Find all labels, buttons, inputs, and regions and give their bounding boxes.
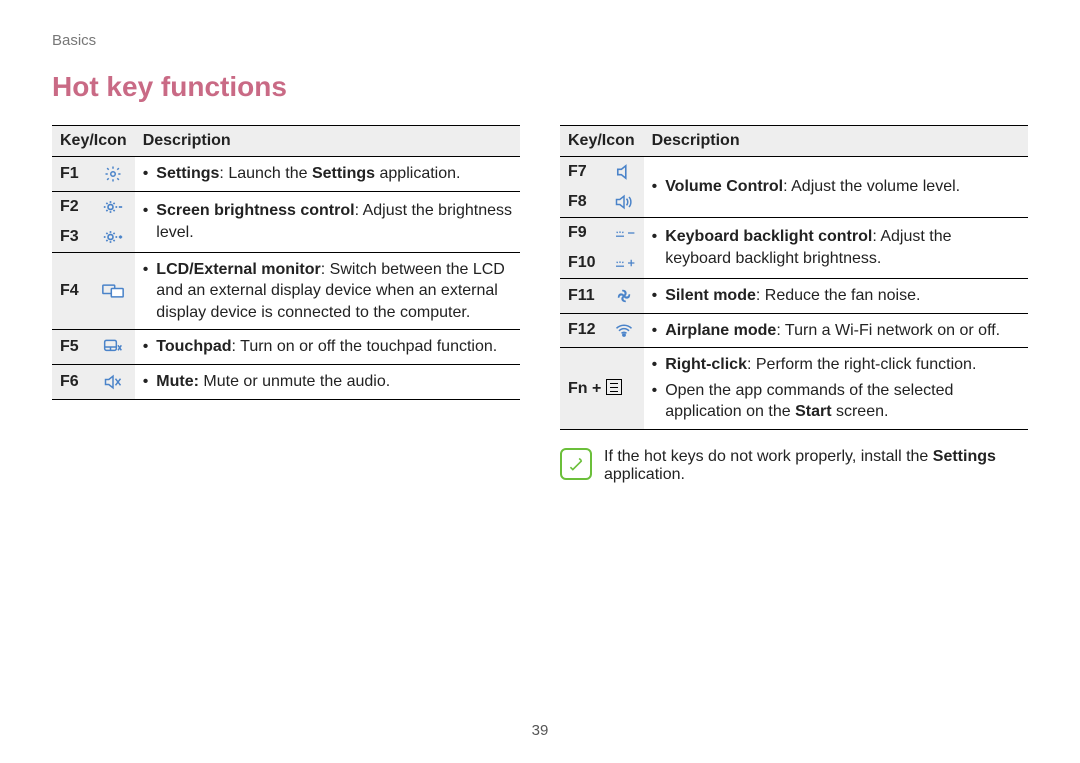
key-fn-menu: Fn +: [560, 348, 644, 430]
note: If the hot keys do not work properly, in…: [560, 448, 1028, 484]
desc-f11: • Silent mode: Reduce the fan noise.: [644, 279, 1028, 314]
table-header-desc: Description: [135, 126, 520, 157]
desc-f7f8: • Volume Control: Adjust the volume leve…: [644, 157, 1028, 218]
note-icon: [560, 448, 592, 480]
desc-f1: • Settings: Launch the Settings applicat…: [135, 157, 520, 192]
touchpad-icon: [91, 330, 134, 365]
key-f12: F12: [560, 313, 604, 348]
table-header-desc: Description: [644, 126, 1028, 157]
key-f3: F3: [52, 222, 91, 253]
right-column: Key/Icon Description F7 • Volume Control…: [560, 125, 1028, 484]
menu-key-icon: [606, 379, 622, 395]
key-f8: F8: [560, 187, 604, 218]
table-row: F5 • Touchpad: Turn on or off the touchp…: [52, 330, 520, 365]
table-row: F1 • Settings: Launch the Settings appli…: [52, 157, 520, 192]
table-header-key: Key/Icon: [52, 126, 135, 157]
key-f10: F10: [560, 248, 604, 279]
table-row: F4 • LCD/External monitor: Switch betwee…: [52, 252, 520, 330]
page-number: 39: [0, 722, 1080, 739]
hotkey-table-left: Key/Icon Description F1 • Settings: L: [52, 125, 520, 400]
external-monitor-icon: [91, 252, 134, 330]
brightness-up-icon: [91, 222, 134, 253]
silent-fan-icon: [604, 279, 644, 314]
table-row: Fn + • Right-click: Perform the right-cl…: [560, 348, 1028, 430]
table-row: F9 • Keyboard backlight control: Adjust …: [560, 218, 1028, 249]
desc-f9f10: • Keyboard backlight control: Adjust the…: [644, 218, 1028, 279]
kbd-backlight-down-icon: [604, 218, 644, 249]
key-f2: F2: [52, 191, 91, 222]
key-f6: F6: [52, 364, 91, 399]
kbd-backlight-up-icon: [604, 248, 644, 279]
desc-f2f3: • Screen brightness control: Adjust the …: [135, 191, 520, 252]
brightness-down-icon: [91, 191, 134, 222]
breadcrumb: Basics: [52, 32, 1028, 49]
settings-gear-icon: [91, 157, 134, 192]
table-row: F7 • Volume Control: Adjust the volume l…: [560, 157, 1028, 188]
hotkey-table-right: Key/Icon Description F7 • Volume Control…: [560, 125, 1028, 430]
table-row: F12 • Airplane mode: Turn a Wi-Fi networ…: [560, 313, 1028, 348]
key-f7: F7: [560, 157, 604, 188]
desc-f12: • Airplane mode: Turn a Wi-Fi network on…: [644, 313, 1028, 348]
wifi-icon: [604, 313, 644, 348]
desc-f5: • Touchpad: Turn on or off the touchpad …: [135, 330, 520, 365]
key-f9: F9: [560, 218, 604, 249]
table-row: F11 • Silent mode: Reduce the fan noise.: [560, 279, 1028, 314]
key-f4: F4: [52, 252, 91, 330]
note-text: If the hot keys do not work properly, in…: [604, 448, 1028, 484]
key-f11: F11: [560, 279, 604, 314]
desc-f4: • LCD/External monitor: Switch between t…: [135, 252, 520, 330]
desc-fn-menu: • Right-click: Perform the right-click f…: [644, 348, 1028, 430]
volume-up-icon: [604, 187, 644, 218]
key-f1: F1: [52, 157, 91, 192]
table-header-key: Key/Icon: [560, 126, 644, 157]
table-row: F6 • Mute: Mute or unmute the audio.: [52, 364, 520, 399]
table-row: F2 • Screen brightness control: Adjust t…: [52, 191, 520, 222]
mute-icon: [91, 364, 134, 399]
volume-down-icon: [604, 157, 644, 188]
page-heading: Hot key functions: [52, 71, 1028, 103]
left-column: Key/Icon Description F1 • Settings: L: [52, 125, 520, 484]
desc-f6: • Mute: Mute or unmute the audio.: [135, 364, 520, 399]
key-f5: F5: [52, 330, 91, 365]
